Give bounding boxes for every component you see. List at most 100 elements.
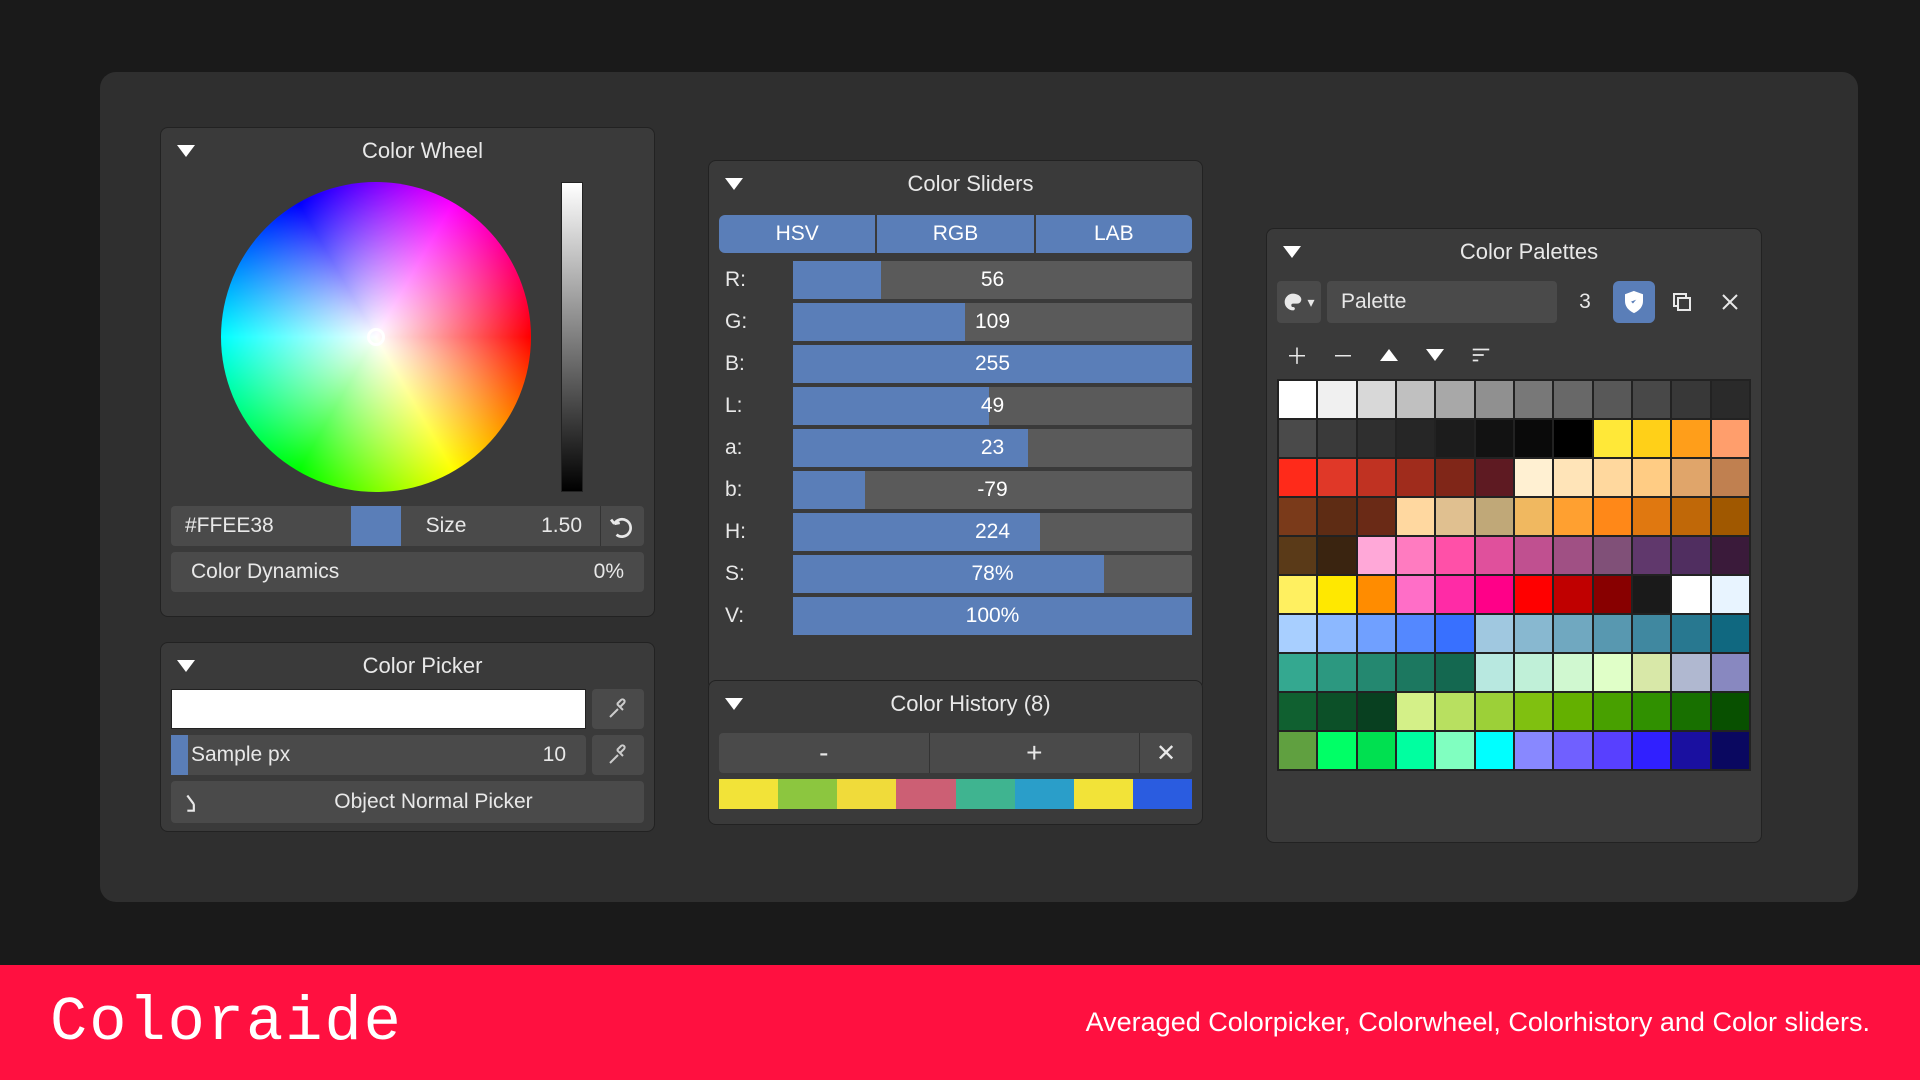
history-decrease-button[interactable]: -: [719, 733, 930, 773]
palette-swatch[interactable]: [1593, 419, 1632, 458]
palette-swatch[interactable]: [1435, 575, 1474, 614]
palette-swatch[interactable]: [1317, 497, 1356, 536]
color-wheel[interactable]: [221, 182, 531, 492]
palette-swatch[interactable]: [1711, 692, 1750, 731]
palette-swatch[interactable]: [1514, 458, 1553, 497]
palette-swatch[interactable]: [1475, 497, 1514, 536]
palette-swatch[interactable]: [1671, 692, 1710, 731]
palette-swatch[interactable]: [1553, 614, 1592, 653]
palette-swatch[interactable]: [1671, 458, 1710, 497]
slider-track[interactable]: 109: [793, 303, 1192, 341]
reset-button[interactable]: [600, 506, 644, 546]
palette-swatch[interactable]: [1671, 575, 1710, 614]
history-swatch[interactable]: [1133, 779, 1192, 809]
palette-swatch[interactable]: [1278, 653, 1317, 692]
palette-swatch[interactable]: [1553, 497, 1592, 536]
palette-swatch[interactable]: [1435, 419, 1474, 458]
palette-swatch[interactable]: [1278, 458, 1317, 497]
palette-swatch[interactable]: [1357, 614, 1396, 653]
palette-swatch[interactable]: [1396, 692, 1435, 731]
palette-swatch[interactable]: [1553, 692, 1592, 731]
palette-swatch[interactable]: [1671, 380, 1710, 419]
palette-swatch[interactable]: [1435, 614, 1474, 653]
slider-track[interactable]: 100%: [793, 597, 1192, 635]
slider-track[interactable]: 255: [793, 345, 1192, 383]
slider-track[interactable]: 56: [793, 261, 1192, 299]
palette-swatch[interactable]: [1671, 419, 1710, 458]
palette-swatch[interactable]: [1278, 731, 1317, 770]
palette-swatch[interactable]: [1711, 419, 1750, 458]
palette-swatch[interactable]: [1396, 419, 1435, 458]
palette-swatch[interactable]: [1593, 458, 1632, 497]
palette-swatch[interactable]: [1396, 380, 1435, 419]
palette-swatch[interactable]: [1475, 380, 1514, 419]
remove-swatch-button[interactable]: －: [1323, 337, 1363, 373]
palette-swatch[interactable]: [1317, 653, 1356, 692]
palette-swatch[interactable]: [1435, 497, 1474, 536]
palette-swatch[interactable]: [1593, 380, 1632, 419]
sample-px-slider[interactable]: Sample px 10: [171, 735, 586, 775]
palette-swatch[interactable]: [1396, 731, 1435, 770]
palette-swatch[interactable]: [1632, 458, 1671, 497]
eyedropper-primary-button[interactable]: [592, 689, 644, 729]
palette-swatch[interactable]: [1514, 419, 1553, 458]
history-swatch[interactable]: [1074, 779, 1133, 809]
palette-swatch[interactable]: [1317, 419, 1356, 458]
palette-swatch[interactable]: [1475, 692, 1514, 731]
history-swatch[interactable]: [719, 779, 778, 809]
palette-swatch[interactable]: [1435, 692, 1474, 731]
palette-swatch[interactable]: [1553, 731, 1592, 770]
palette-swatch[interactable]: [1357, 458, 1396, 497]
palette-swatch[interactable]: [1711, 458, 1750, 497]
palette-swatch[interactable]: [1357, 575, 1396, 614]
palette-swatch[interactable]: [1475, 536, 1514, 575]
palette-swatch[interactable]: [1317, 614, 1356, 653]
palette-swatch[interactable]: [1711, 536, 1750, 575]
palette-swatch[interactable]: [1435, 731, 1474, 770]
palette-swatch[interactable]: [1514, 380, 1553, 419]
history-increase-button[interactable]: +: [930, 733, 1141, 773]
value-slider[interactable]: [561, 182, 583, 492]
palette-swatch[interactable]: [1278, 614, 1317, 653]
tab-rgb[interactable]: RGB: [877, 215, 1033, 253]
palette-swatch[interactable]: [1278, 419, 1317, 458]
history-clear-button[interactable]: ✕: [1140, 739, 1192, 768]
palette-swatch[interactable]: [1553, 458, 1592, 497]
history-swatch[interactable]: [1015, 779, 1074, 809]
palette-swatch[interactable]: [1514, 731, 1553, 770]
palette-swatch[interactable]: [1671, 536, 1710, 575]
slider-track[interactable]: 23: [793, 429, 1192, 467]
sort-swatches-button[interactable]: [1461, 337, 1501, 373]
palette-swatch[interactable]: [1317, 731, 1356, 770]
history-swatch[interactable]: [778, 779, 837, 809]
palette-swatch[interactable]: [1593, 731, 1632, 770]
palette-swatch[interactable]: [1593, 575, 1632, 614]
palette-swatch[interactable]: [1553, 575, 1592, 614]
palette-swatch[interactable]: [1396, 614, 1435, 653]
palette-swatch[interactable]: [1317, 380, 1356, 419]
palette-swatch[interactable]: [1514, 575, 1553, 614]
palette-swatch[interactable]: [1711, 731, 1750, 770]
collapse-icon[interactable]: [725, 178, 743, 190]
palette-swatch[interactable]: [1278, 380, 1317, 419]
palette-swatch[interactable]: [1553, 536, 1592, 575]
palette-swatch[interactable]: [1632, 575, 1671, 614]
palette-swatch[interactable]: [1632, 653, 1671, 692]
palette-swatch[interactable]: [1553, 653, 1592, 692]
slider-track[interactable]: 78%: [793, 555, 1192, 593]
palette-swatch[interactable]: [1475, 614, 1514, 653]
palette-swatch[interactable]: [1435, 653, 1474, 692]
palette-swatch[interactable]: [1711, 380, 1750, 419]
add-swatch-button[interactable]: ＋: [1277, 337, 1317, 373]
history-swatch[interactable]: [837, 779, 896, 809]
color-preview[interactable]: [171, 689, 586, 729]
collapse-icon[interactable]: [177, 145, 195, 157]
palette-duplicate-button[interactable]: [1661, 281, 1703, 323]
palette-swatch[interactable]: [1632, 497, 1671, 536]
palette-delete-button[interactable]: [1709, 281, 1751, 323]
palette-swatch[interactable]: [1593, 653, 1632, 692]
palette-swatch[interactable]: [1357, 419, 1396, 458]
palette-swatch[interactable]: [1632, 614, 1671, 653]
palette-swatch[interactable]: [1632, 692, 1671, 731]
palette-swatch[interactable]: [1317, 458, 1356, 497]
